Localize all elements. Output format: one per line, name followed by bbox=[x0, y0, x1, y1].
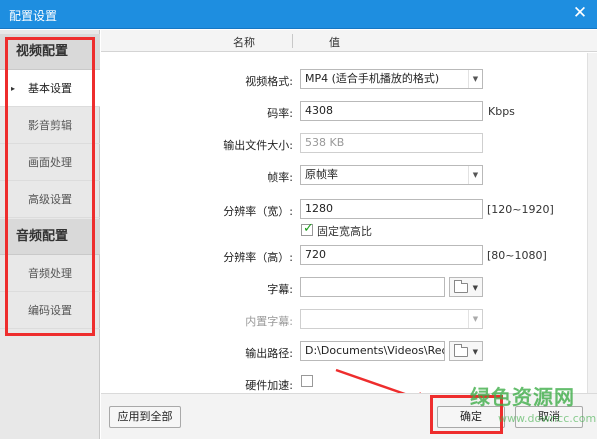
column-header-value: 值 bbox=[329, 36, 340, 49]
sidebar-item-label: 编码设置 bbox=[28, 304, 72, 317]
output-size-label: 输出文件大小: bbox=[223, 139, 293, 152]
embedded-subtitle-label: 内置字幕: bbox=[245, 315, 293, 328]
frame-rate-label: 帧率: bbox=[267, 171, 293, 184]
fixed-aspect-ratio-checkbox[interactable]: ✓ bbox=[301, 221, 314, 236]
output-path-label: 输出路径: bbox=[245, 347, 293, 360]
sidebar-group-audio: 音频配置 bbox=[0, 219, 100, 255]
folder-icon bbox=[454, 280, 468, 293]
subtitle-browse-button[interactable]: ▼ bbox=[449, 277, 483, 297]
close-icon[interactable]: ✕ bbox=[572, 3, 588, 23]
subtitle-label: 字幕: bbox=[267, 283, 293, 296]
bitrate-unit: Kbps bbox=[488, 105, 515, 118]
window-title: 配置设置 bbox=[9, 9, 58, 23]
sidebar-item-video-edit[interactable]: 影音剪辑 bbox=[0, 107, 100, 144]
sidebar-item-label: 基本设置 bbox=[28, 82, 72, 95]
column-divider bbox=[292, 34, 293, 48]
fixed-aspect-ratio-label: 固定宽高比 bbox=[317, 225, 372, 238]
vertical-scrollbar[interactable] bbox=[587, 53, 597, 393]
resolution-height-input[interactable]: 720 bbox=[300, 245, 483, 265]
dropdown-arrow-icon: ▼ bbox=[472, 348, 478, 356]
sidebar-item-advanced-settings[interactable]: 高级设置 bbox=[0, 181, 100, 218]
sidebar-item-encoding-settings[interactable]: 编码设置 bbox=[0, 292, 100, 329]
title-bar: 配置设置 ✕ bbox=[0, 0, 597, 29]
embedded-subtitle-select[interactable]: ▼ bbox=[300, 309, 483, 329]
hardware-acceleration-label: 硬件加速: bbox=[245, 379, 293, 392]
resolution-width-range: [120~1920] bbox=[487, 203, 554, 216]
sidebar-item-basic-settings[interactable]: ▸ 基本设置 bbox=[0, 70, 100, 107]
sidebar-item-audio-processing[interactable]: 音频处理 bbox=[0, 255, 100, 292]
settings-table-header: 名称 值 bbox=[101, 30, 597, 52]
settings-panel: 视频格式: MP4 (适合手机播放的格式) ▼ 码率: 4308 Kbps 输出… bbox=[101, 53, 587, 393]
subtitle-input[interactable] bbox=[300, 277, 445, 297]
dropdown-arrow-icon: ▼ bbox=[468, 310, 482, 328]
active-arrow-icon: ▸ bbox=[11, 84, 16, 93]
video-format-select[interactable]: MP4 (适合手机播放的格式) ▼ bbox=[300, 69, 483, 89]
watermark-url: www.downcc.com bbox=[498, 412, 597, 425]
output-path-browse-button[interactable]: ▼ bbox=[449, 341, 483, 361]
output-size-field: 538 KB bbox=[300, 133, 483, 153]
sidebar-item-label: 高级设置 bbox=[28, 193, 72, 206]
watermark-logo: 绿色资源网 bbox=[470, 385, 575, 409]
resolution-width-label: 分辨率（宽）: bbox=[223, 205, 293, 218]
resolution-width-input[interactable]: 1280 bbox=[300, 199, 483, 219]
sidebar-item-label: 画面处理 bbox=[28, 156, 72, 169]
video-format-label: 视频格式: bbox=[245, 75, 293, 88]
folder-icon bbox=[454, 344, 468, 357]
resolution-height-range: [80~1080] bbox=[487, 249, 547, 262]
video-format-value: MP4 (适合手机播放的格式) bbox=[305, 72, 440, 85]
sidebar-item-picture-processing[interactable]: 画面处理 bbox=[0, 144, 100, 181]
sidebar-item-label: 影音剪辑 bbox=[28, 119, 72, 132]
output-path-input[interactable]: D:\Documents\Videos\Recc bbox=[300, 341, 445, 361]
checkmark-icon: ✓ bbox=[303, 221, 314, 236]
sidebar-group-video: 视频配置 bbox=[0, 34, 100, 70]
hardware-acceleration-checkbox[interactable] bbox=[301, 375, 313, 387]
dropdown-arrow-icon: ▼ bbox=[468, 166, 482, 184]
dropdown-arrow-icon: ▼ bbox=[472, 284, 478, 292]
frame-rate-value: 原帧率 bbox=[305, 168, 338, 181]
apply-to-all-button[interactable]: 应用到全部 bbox=[109, 406, 181, 428]
sidebar: 视频配置 ▸ 基本设置 影音剪辑 画面处理 高级设置 音频配置 音频处理 编码设… bbox=[0, 30, 100, 439]
column-header-name: 名称 bbox=[233, 36, 255, 49]
frame-rate-select[interactable]: 原帧率 ▼ bbox=[300, 165, 483, 185]
bitrate-input[interactable]: 4308 bbox=[300, 101, 483, 121]
bitrate-label: 码率: bbox=[267, 107, 293, 120]
resolution-height-label: 分辨率（高）: bbox=[223, 251, 293, 264]
dropdown-arrow-icon: ▼ bbox=[468, 70, 482, 88]
sidebar-item-label: 音频处理 bbox=[28, 267, 72, 280]
